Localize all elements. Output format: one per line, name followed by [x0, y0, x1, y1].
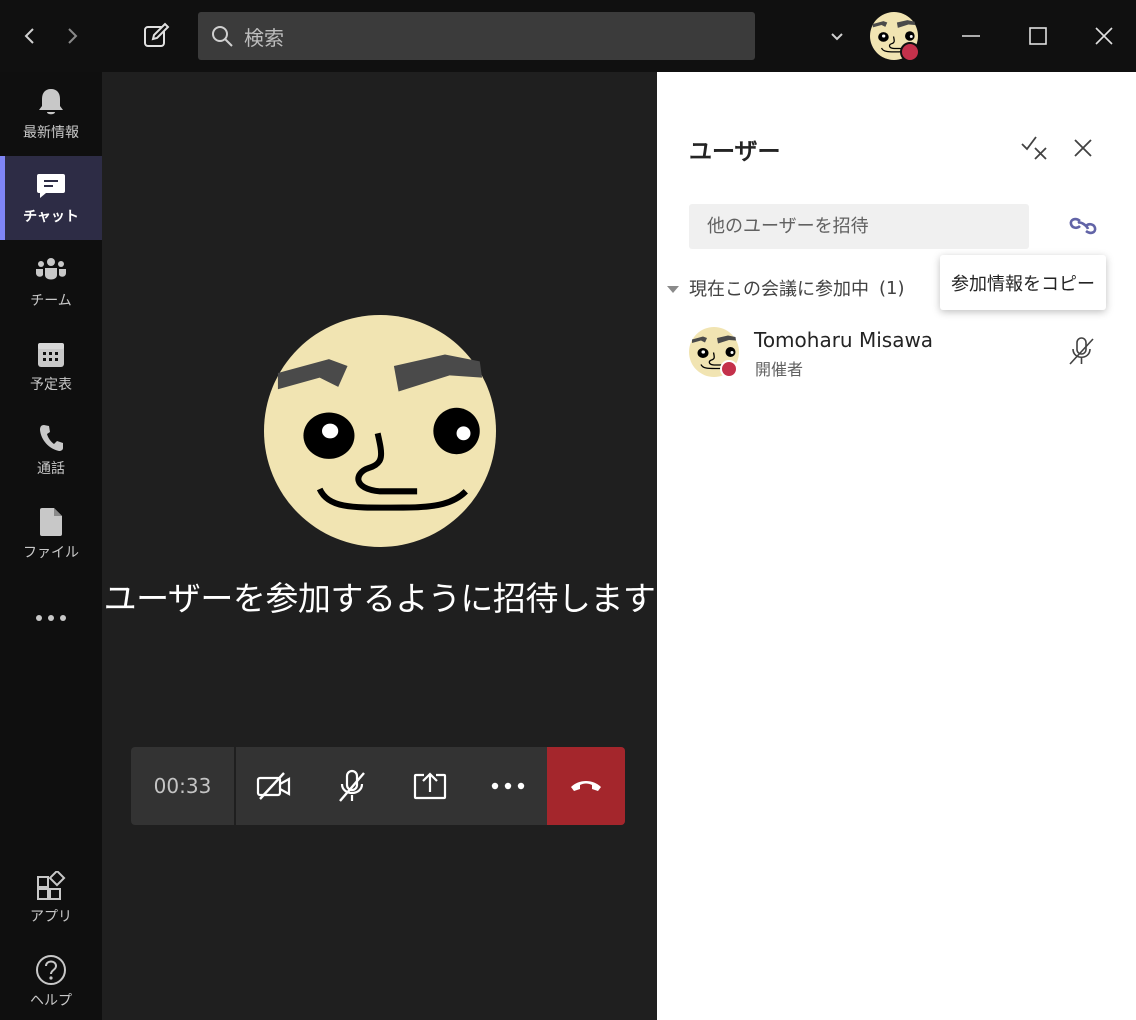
close-panel-button[interactable]	[1067, 132, 1099, 164]
rail-item-chat[interactable]: チャット	[0, 156, 102, 240]
call-controls: 00:33	[131, 747, 625, 825]
call-timer: 00:33	[153, 774, 212, 798]
calendar-icon	[35, 338, 67, 370]
rail-label: 通話	[37, 461, 65, 477]
chat-icon	[35, 170, 67, 202]
participant-row[interactable]: Tomoharu Misawa 開催者	[689, 326, 1109, 379]
more-apps-button[interactable]	[0, 576, 102, 660]
rail-item-activity[interactable]: 最新情報	[0, 72, 102, 156]
rail-item-calendar[interactable]: 予定表	[0, 324, 102, 408]
rail-item-files[interactable]: ファイル	[0, 492, 102, 576]
people-panel: ユーザー 他のユーザーを招待 参加情報をコピー 現在この会議に参加中 (1) T…	[657, 72, 1136, 1020]
forward-icon[interactable]	[52, 16, 92, 56]
rail-label: チーム	[30, 293, 72, 309]
file-icon	[35, 506, 67, 538]
hang-up-icon	[571, 781, 601, 791]
rail-label: 最新情報	[23, 125, 79, 141]
minimize-icon[interactable]	[951, 16, 991, 56]
share-screen-button[interactable]	[391, 747, 469, 825]
title-bar: 検索	[0, 0, 1136, 72]
more-icon	[491, 782, 525, 790]
participant-name: Tomoharu Misawa	[754, 328, 934, 352]
section-label: 現在この会議に参加中	[689, 279, 869, 300]
copy-join-info-button[interactable]	[1067, 212, 1099, 240]
maximize-icon[interactable]	[1018, 16, 1058, 56]
app-rail: 最新情報 チャット チーム 予定表 通話 ファイル アプリ ヘルプ	[0, 72, 102, 1020]
check-x-icon	[1021, 136, 1047, 160]
rail-label: ファイル	[23, 545, 79, 561]
mic-off-icon	[339, 769, 365, 802]
more-icon	[35, 602, 67, 634]
rail-label: アプリ	[30, 909, 72, 925]
close-icon	[1074, 139, 1092, 157]
close-icon[interactable]	[1084, 16, 1124, 56]
participant-avatar	[264, 315, 496, 547]
search-icon	[212, 26, 233, 47]
teams-icon	[35, 254, 67, 286]
participant-role: 開催者	[755, 360, 804, 379]
busy-status-icon	[900, 42, 920, 62]
share-tray-icon	[413, 772, 447, 800]
collapse-triangle-icon	[667, 285, 679, 293]
link-icon	[1069, 217, 1097, 235]
mic-off-icon	[1069, 337, 1094, 365]
copy-join-info-tooltip: 参加情報をコピー	[940, 255, 1106, 310]
rail-item-teams[interactable]: チーム	[0, 240, 102, 324]
panel-title: ユーザー	[689, 139, 781, 165]
rail-item-calls[interactable]: 通話	[0, 408, 102, 492]
chevron-down-icon[interactable]	[817, 16, 857, 56]
rail-label: チャット	[23, 209, 79, 225]
busy-status-icon	[720, 360, 738, 378]
section-count: (1)	[879, 277, 905, 299]
compose-icon[interactable]	[136, 16, 176, 56]
rail-label: 予定表	[30, 377, 72, 393]
hang-up-button[interactable]	[547, 747, 625, 825]
search-placeholder: 検索	[244, 25, 284, 50]
mute-all-button[interactable]	[1019, 132, 1051, 164]
back-icon[interactable]	[10, 16, 50, 56]
rail-item-apps[interactable]: アプリ	[0, 856, 102, 940]
search-input[interactable]: 検索	[198, 12, 755, 60]
camera-toggle-button[interactable]	[235, 747, 313, 825]
participant-mic-status	[1067, 336, 1097, 366]
rail-item-help[interactable]: ヘルプ	[0, 940, 102, 1020]
in-meeting-section-header[interactable]: 現在この会議に参加中 (1)	[667, 275, 905, 301]
profile-avatar[interactable]	[870, 12, 920, 62]
more-options-button[interactable]	[469, 747, 547, 825]
rail-label: ヘルプ	[30, 993, 72, 1009]
apps-icon	[35, 870, 67, 902]
invite-users-input[interactable]: 他のユーザーを招待	[689, 204, 1029, 249]
invite-prompt: ユーザーを参加するように招待します	[103, 579, 656, 618]
help-icon	[35, 954, 67, 986]
participant-avatar	[689, 327, 739, 378]
meeting-stage: ユーザーを参加するように招待します 00:33	[102, 72, 657, 1020]
phone-icon	[35, 422, 67, 454]
mic-toggle-button[interactable]	[313, 747, 391, 825]
bell-icon	[35, 86, 67, 118]
camera-off-icon	[256, 772, 291, 800]
